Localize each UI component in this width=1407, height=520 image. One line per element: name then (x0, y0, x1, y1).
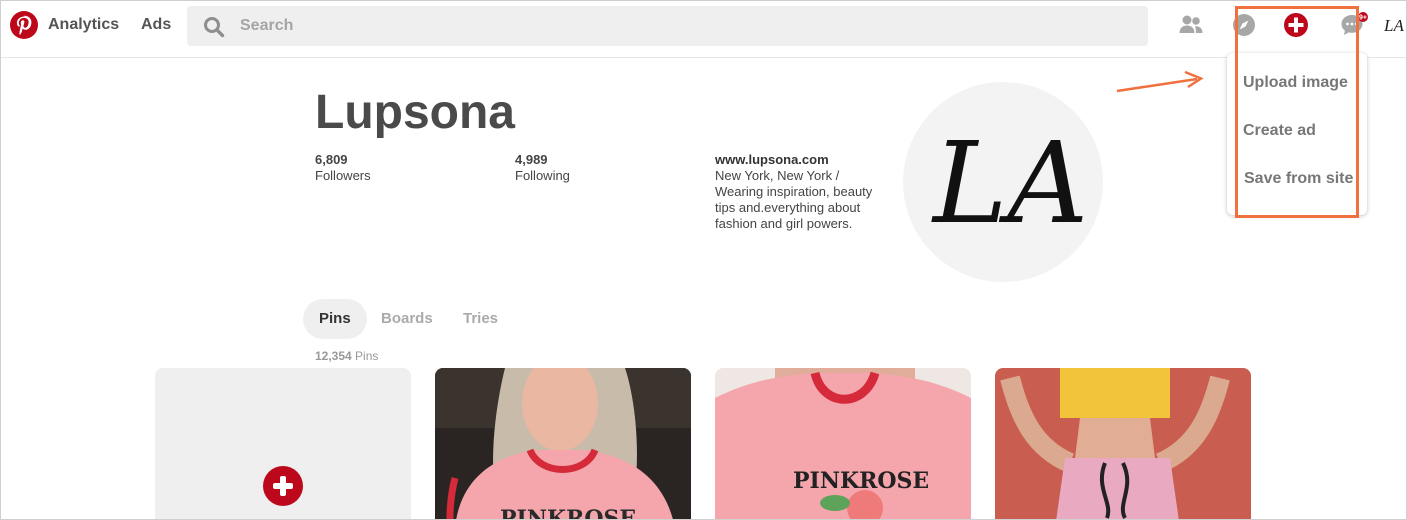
add-pin-icon[interactable] (263, 466, 303, 506)
create-pin-card[interactable] (155, 368, 411, 519)
pin-card[interactable]: PINKROSE (715, 368, 971, 519)
pin-card[interactable]: PINKROSE (435, 368, 691, 520)
pin-count: 12,354 Pins (315, 349, 378, 363)
tab-tries[interactable]: Tries (447, 299, 514, 339)
website-link[interactable]: www.lupsona.com (715, 152, 885, 168)
app-window: Analytics Ads Search 9+ LA Upload image … (0, 0, 1407, 520)
nav-analytics-link[interactable]: Analytics (48, 16, 119, 34)
search-placeholder: Search (240, 17, 294, 34)
pin-count-label: Pins (355, 349, 379, 363)
followers-stat[interactable]: 6,809 Followers (315, 152, 371, 184)
following-stat[interactable]: 4,989 Following (515, 152, 570, 184)
notification-badge: 9+ (1359, 15, 1367, 22)
shirt-text: PINKROSE (793, 468, 929, 494)
people-icon[interactable] (1178, 12, 1204, 38)
user-initials: LA (1383, 16, 1404, 35)
tab-boards[interactable]: Boards (365, 299, 449, 339)
profile-avatar[interactable]: LA (903, 82, 1103, 282)
profile-name: Lupsona (315, 86, 515, 139)
pin-image (995, 368, 1251, 519)
avatar-text: LA (931, 119, 1088, 249)
annotation-arrow (1116, 70, 1204, 93)
pin-image: PINKROSE (715, 368, 971, 519)
profile-bio: www.lupsona.com New York, New York / Wea… (715, 152, 885, 232)
annotation-highlight-box (1235, 6, 1359, 218)
top-navigation-bar: Analytics Ads Search 9+ LA (1, 1, 1406, 58)
following-count: 4,989 (515, 152, 548, 167)
followers-count: 6,809 (315, 152, 348, 167)
bio-text: New York, New York / Wearing inspiration… (715, 168, 873, 231)
user-avatar-icon[interactable]: LA (1383, 14, 1406, 40)
shirt-text: PINKROSE (500, 506, 636, 520)
following-label: Following (515, 168, 570, 183)
pin-card[interactable] (995, 368, 1251, 519)
search-icon (203, 16, 225, 43)
nav-ads-link[interactable]: Ads (141, 16, 171, 34)
pinterest-logo-icon[interactable] (10, 11, 38, 39)
tab-pins[interactable]: Pins (303, 299, 367, 339)
search-input[interactable]: Search (187, 6, 1148, 46)
pin-image: PINKROSE (435, 368, 691, 520)
followers-label: Followers (315, 168, 371, 183)
pin-count-number: 12,354 (315, 349, 352, 363)
